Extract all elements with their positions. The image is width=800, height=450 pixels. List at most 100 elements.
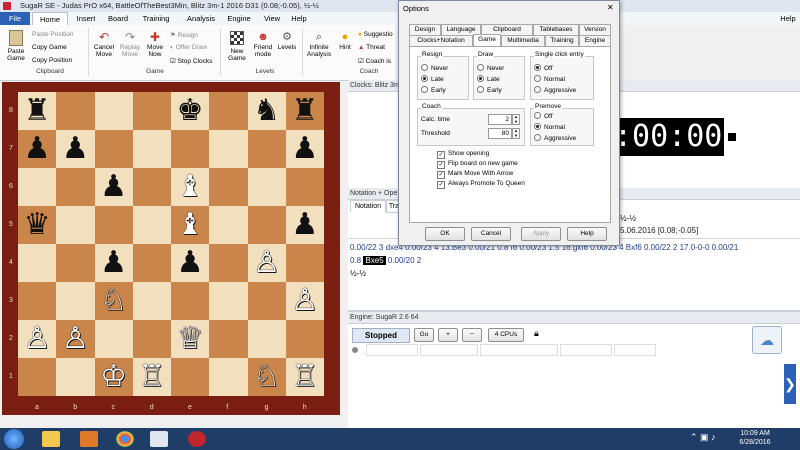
cancel-button[interactable]: Cancel <box>471 227 511 241</box>
tab-home[interactable]: Home <box>32 12 68 26</box>
new-game-button[interactable]: New Game <box>224 30 250 62</box>
piece-h7[interactable]: ♟ <box>286 130 324 168</box>
tab-board[interactable]: Board <box>104 12 132 25</box>
resign-never-radio[interactable]: Never <box>421 64 448 72</box>
current-move[interactable]: Bxe5 <box>363 256 386 265</box>
piece-b7[interactable]: ♟ <box>56 130 94 168</box>
copy-game-button[interactable]: Copy Game <box>32 44 67 51</box>
square-f1[interactable] <box>209 358 248 396</box>
premove-normal-radio[interactable]: Normal <box>534 123 565 131</box>
explorer-icon[interactable] <box>42 431 60 447</box>
square-b8[interactable] <box>56 92 95 130</box>
threshold-input[interactable]: 80 <box>488 128 512 139</box>
square-e7[interactable] <box>171 130 210 168</box>
levels-button[interactable]: ⚙ Levels <box>276 30 298 51</box>
square-a4[interactable] <box>18 244 57 282</box>
copy-position-button[interactable]: Copy Position <box>32 57 72 64</box>
tray-icons[interactable]: ⌃ ▣ ♪ <box>690 432 716 443</box>
square-b5[interactable] <box>56 206 95 244</box>
tab-engine[interactable]: Engine <box>224 12 254 25</box>
square-f2[interactable] <box>209 320 248 358</box>
flip-board-checkbox[interactable]: ✓ Flip board on new game <box>437 160 518 169</box>
square-d2[interactable] <box>132 320 171 358</box>
mark-move-arrow-checkbox[interactable]: ✓ Mark Move With Arrow <box>437 170 513 179</box>
square-g3[interactable] <box>247 282 286 320</box>
move-now-button[interactable]: ✚ Move Now <box>144 30 166 58</box>
piece-h3[interactable]: ♙ <box>286 282 324 320</box>
go-button[interactable]: Go <box>414 328 434 342</box>
square-a3[interactable] <box>18 282 57 320</box>
square-b6[interactable] <box>56 168 95 206</box>
piece-e2[interactable]: ♕ <box>171 320 209 358</box>
square-d8[interactable] <box>132 92 171 130</box>
square-c2[interactable] <box>94 320 133 358</box>
tab-view[interactable]: View <box>260 12 284 25</box>
piece-c1[interactable]: ♔ <box>95 358 133 396</box>
square-d4[interactable] <box>132 244 171 282</box>
piece-c6[interactable]: ♟ <box>95 168 133 206</box>
cpus-button[interactable]: 4 CPUs <box>488 328 524 342</box>
calc-time-input[interactable]: 2 <box>488 114 512 125</box>
square-a1[interactable] <box>18 358 57 396</box>
threat-button[interactable]: ▲ Threat <box>358 44 385 51</box>
piece-c3[interactable]: ♘ <box>95 282 133 320</box>
infinite-analysis-button[interactable]: ⌕ Infinite Analysis <box>306 30 332 58</box>
square-c7[interactable] <box>94 130 133 168</box>
square-g6[interactable] <box>247 168 286 206</box>
show-opening-checkbox[interactable]: ✓ Show opening <box>437 150 489 159</box>
spinner-icon[interactable]: ▲ ▼ <box>512 114 520 125</box>
square-g5[interactable] <box>247 206 286 244</box>
square-h4[interactable] <box>285 244 324 282</box>
tab-analysis[interactable]: Analysis <box>182 12 220 25</box>
piece-c4[interactable]: ♟ <box>95 244 133 282</box>
lock-icon[interactable]: 🔒︎ <box>534 328 539 339</box>
suggestion-button[interactable]: ● Suggestio <box>358 31 393 38</box>
offer-draw-button[interactable]: ◐ Offer Draw <box>170 44 207 51</box>
move-list-line[interactable]: 0.8 Bxe5 0.00/20 2 <box>350 256 421 265</box>
tab-file[interactable]: File <box>0 12 30 25</box>
square-d5[interactable] <box>132 206 171 244</box>
tab-notation[interactable]: Notation <box>350 200 386 212</box>
promote-queen-checkbox[interactable]: ✓ Always Promote To Queen <box>437 180 525 189</box>
piece-g1[interactable]: ♘ <box>248 358 286 396</box>
resign-button[interactable]: ⚑ Resign <box>170 31 198 39</box>
square-f6[interactable] <box>209 168 248 206</box>
square-d6[interactable] <box>132 168 171 206</box>
piece-d1[interactable]: ♖ <box>133 358 171 396</box>
fritz-icon[interactable] <box>188 431 206 447</box>
piece-e8[interactable]: ♚ <box>171 92 209 130</box>
square-g7[interactable] <box>247 130 286 168</box>
hint-button[interactable]: ● Hint <box>336 30 354 51</box>
piece-h1[interactable]: ♖ <box>286 358 324 396</box>
piece-a7[interactable]: ♟ <box>18 130 56 168</box>
close-icon[interactable]: ✕ <box>607 3 614 12</box>
square-h6[interactable] <box>285 168 324 206</box>
square-g2[interactable] <box>247 320 286 358</box>
media-player-icon[interactable] <box>80 431 98 447</box>
tab-training[interactable]: Training <box>138 12 174 25</box>
resign-late-radio[interactable]: Late <box>421 75 444 83</box>
piece-h8[interactable]: ♜ <box>286 92 324 130</box>
cloud-icon[interactable]: ☁ <box>752 326 782 354</box>
piece-a8[interactable]: ♜ <box>18 92 56 130</box>
piece-e6[interactable]: ♝ <box>171 168 209 206</box>
square-e1[interactable] <box>171 358 210 396</box>
chess-app-icon[interactable] <box>150 431 168 447</box>
square-h2[interactable] <box>285 320 324 358</box>
chessboard[interactable]: ♜ ♚ ♞ ♜ ♟ ♟ ♟ ♟ ♝ ♛ ♝ ♟ ♟ ♟ ♙ ♘ ♙ ♙ ♙ ♕ ♔ ♖ ♘ ♖ <box>18 92 324 396</box>
paste-game-button[interactable]: Paste Game <box>4 30 28 62</box>
square-d3[interactable] <box>132 282 171 320</box>
piece-g8[interactable]: ♞ <box>248 92 286 130</box>
square-b3[interactable] <box>56 282 95 320</box>
remove-line-button[interactable]: − <box>462 328 482 342</box>
friend-mode-button[interactable]: ☻ Friend mode <box>252 30 274 58</box>
add-line-button[interactable]: + <box>438 328 458 342</box>
draw-late-radio[interactable]: Late <box>477 75 500 83</box>
square-b1[interactable] <box>56 358 95 396</box>
draw-never-radio[interactable]: Never <box>477 64 504 72</box>
square-e3[interactable] <box>171 282 210 320</box>
square-a6[interactable] <box>18 168 57 206</box>
single-click-aggressive-radio[interactable]: Aggressive <box>534 86 576 94</box>
stop-clocks-checkbox[interactable]: ☑ Stop Clocks <box>170 57 212 65</box>
tab-help[interactable]: Help <box>288 12 310 25</box>
